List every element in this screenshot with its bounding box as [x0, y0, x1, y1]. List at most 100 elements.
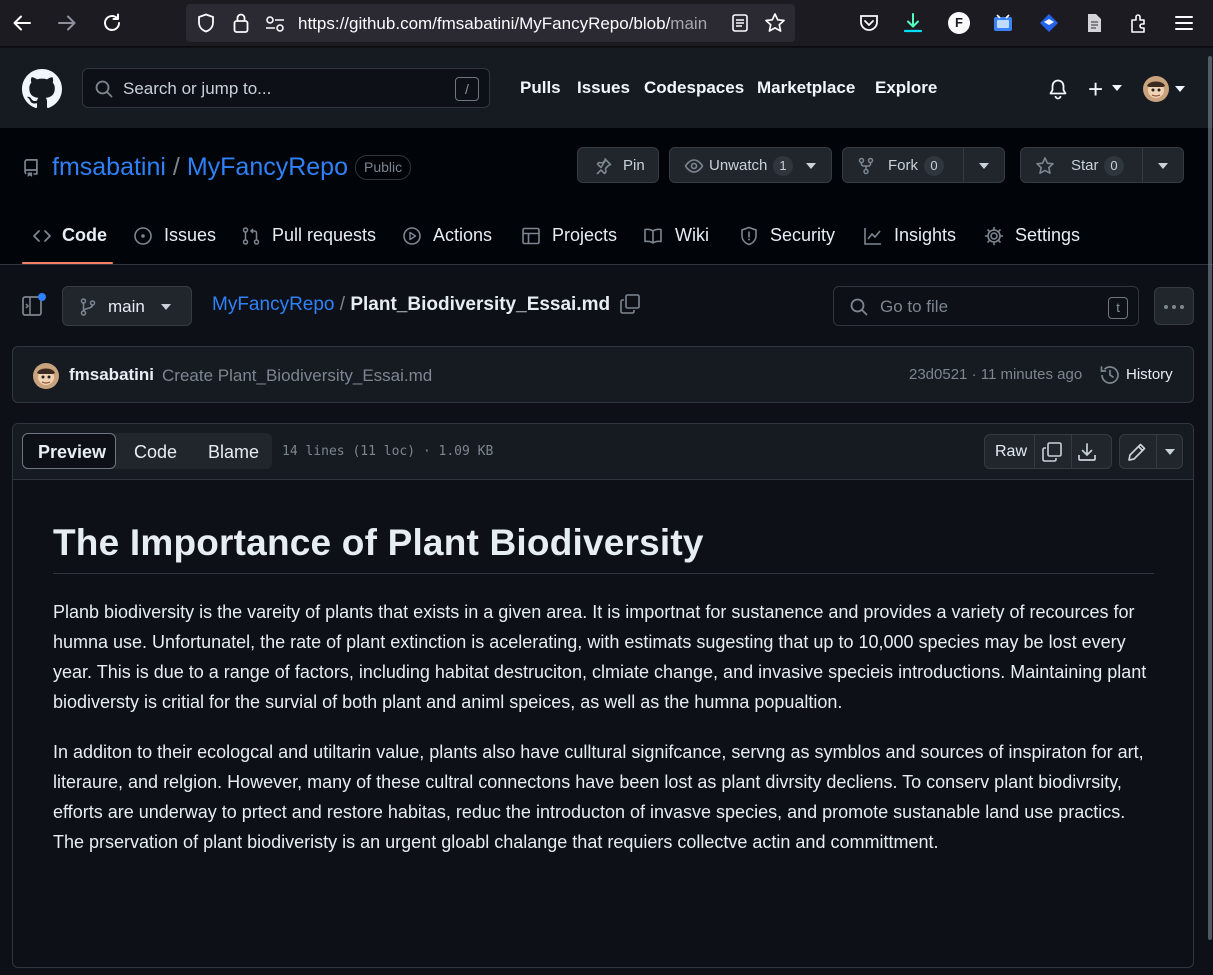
- extensions-puzzle-icon[interactable]: [1128, 12, 1150, 34]
- back-arrow-icon[interactable]: [11, 12, 33, 34]
- page-scrollbar[interactable]: [1208, 56, 1212, 940]
- permissions-icon[interactable]: [264, 14, 286, 34]
- github-header: Search or jump to... / Pulls Issues Code…: [0, 48, 1213, 128]
- forward-arrow-icon[interactable]: [56, 12, 78, 34]
- commit-message-link[interactable]: Create Plant_Biodiversity_Essai.md: [162, 366, 432, 386]
- paragraph-2: In additon to their ecologcal and utilta…: [53, 742, 1144, 852]
- branch-name: main: [108, 297, 145, 316]
- view-mode-toggle: Preview Code Blame: [22, 433, 272, 469]
- book-icon: [643, 226, 663, 246]
- repo-icon: [22, 158, 40, 178]
- reader-view-icon[interactable]: [731, 13, 749, 33]
- avatar[interactable]: [33, 363, 59, 389]
- star-count: 0: [1104, 156, 1124, 176]
- downloads-icon[interactable]: [902, 12, 924, 34]
- repo-name-link[interactable]: MyFancyRepo: [187, 153, 348, 181]
- caret-down-icon: [806, 163, 816, 169]
- breadcrumb-repo-link[interactable]: MyFancyRepo: [212, 294, 335, 315]
- pin-icon: [594, 157, 612, 175]
- repo-header: fmsabatini / MyFancyRepo Public Pin Unwa…: [0, 128, 1213, 265]
- search-shortcut-key: /: [455, 77, 479, 101]
- more-options-button[interactable]: [1154, 287, 1194, 325]
- table-icon: [521, 226, 541, 246]
- tab-label: Settings: [1015, 225, 1081, 245]
- search-placeholder: Search or jump to...: [123, 79, 272, 98]
- branch-selector[interactable]: main: [62, 286, 192, 326]
- menu-hamburger-icon[interactable]: [1173, 12, 1195, 34]
- breadcrumb-separator: /: [339, 294, 346, 315]
- github-logo-icon[interactable]: [22, 69, 62, 109]
- url-text: https://github.com/fmsabatini/MyFancyRep…: [298, 14, 708, 33]
- pin-button[interactable]: Pin: [577, 147, 659, 183]
- pencil-icon[interactable]: [1126, 441, 1148, 463]
- nav-codespaces[interactable]: Codespaces: [644, 78, 744, 98]
- plus-icon: +: [1088, 74, 1104, 104]
- markdown-body: The Importance of Plant Biodiversity Pla…: [53, 522, 1154, 857]
- history-link[interactable]: History: [1126, 366, 1173, 383]
- caret-down-icon: [161, 304, 171, 310]
- caret-down-icon[interactable]: [1165, 449, 1175, 455]
- profile-initial: F: [955, 15, 963, 30]
- commit-author-link[interactable]: fmsabatini: [69, 365, 154, 385]
- star-bookmark-icon[interactable]: [764, 12, 786, 34]
- unwatch-button[interactable]: Unwatch 1: [669, 147, 832, 183]
- star-button[interactable]: Star 0: [1020, 147, 1184, 183]
- file-actions-group: Raw: [984, 434, 1112, 469]
- shield-icon: [739, 226, 759, 246]
- code-view-button[interactable]: Code: [134, 442, 177, 463]
- avatar: [1143, 76, 1169, 102]
- go-to-file-placeholder: Go to file: [880, 297, 949, 316]
- extension-academic-icon[interactable]: [1038, 12, 1060, 34]
- caret-down-icon[interactable]: [979, 163, 989, 169]
- nav-explore[interactable]: Explore: [875, 78, 937, 98]
- repo-owner-link[interactable]: fmsabatini: [52, 153, 166, 181]
- code-icon: [32, 226, 52, 246]
- user-menu[interactable]: [1143, 76, 1185, 102]
- go-to-file-shortcut-key: t: [1108, 297, 1128, 319]
- extension-document-icon[interactable]: [1083, 12, 1105, 34]
- reload-icon[interactable]: [101, 12, 123, 34]
- fork-button[interactable]: Fork 0: [842, 147, 1005, 183]
- profile-avatar-icon[interactable]: F: [948, 12, 970, 34]
- breadcrumb: MyFancyRepo / Plant_Biodiversity_Essai.m…: [212, 294, 610, 316]
- preview-button[interactable]: Preview: [38, 442, 106, 463]
- pocket-icon[interactable]: [858, 12, 880, 34]
- blame-button[interactable]: Blame: [208, 442, 259, 463]
- global-search-input[interactable]: Search or jump to... /: [82, 68, 490, 108]
- lock-icon[interactable]: [231, 12, 251, 34]
- copy-icon[interactable]: [1041, 441, 1063, 463]
- tab-label: Pull requests: [272, 225, 377, 245]
- raw-button[interactable]: Raw: [995, 443, 1027, 461]
- tab-label: Issues: [164, 225, 217, 245]
- star-label: Star: [1071, 157, 1099, 174]
- git-branch-icon: [79, 297, 97, 317]
- paragraph-1: Planb biodiversity is the vareity of pla…: [53, 602, 1147, 712]
- download-icon[interactable]: [1076, 441, 1098, 463]
- visibility-badge: Public: [355, 155, 412, 180]
- extension-tab-icon[interactable]: [992, 12, 1014, 34]
- git-pull-request-icon: [241, 226, 261, 246]
- nav-issues[interactable]: Issues: [577, 78, 630, 98]
- shield-icon[interactable]: [196, 13, 216, 33]
- tab-label: Wiki: [675, 225, 709, 245]
- nav-marketplace[interactable]: Marketplace: [757, 78, 855, 98]
- caret-down-icon[interactable]: [1158, 163, 1168, 169]
- watch-count: 1: [773, 156, 793, 176]
- fork-count: 0: [924, 156, 944, 176]
- unwatch-label: Unwatch: [709, 157, 768, 174]
- issue-opened-icon: [133, 226, 153, 246]
- fork-label: Fork: [888, 157, 918, 174]
- create-new-dropdown[interactable]: +: [1088, 74, 1128, 104]
- bell-icon[interactable]: [1047, 78, 1069, 100]
- pin-label: Pin: [623, 157, 645, 174]
- caret-down-icon: [1175, 86, 1185, 92]
- address-bar[interactable]: https://github.com/fmsabatini/MyFancyRep…: [186, 4, 795, 42]
- file-viewer: Preview Code Blame 14 lines (11 loc) · 1…: [12, 423, 1194, 968]
- go-to-file-input[interactable]: Go to file t: [833, 286, 1139, 326]
- history-icon[interactable]: [1099, 364, 1121, 386]
- sidebar-toggle-icon[interactable]: [20, 292, 48, 320]
- nav-pulls[interactable]: Pulls: [520, 78, 561, 98]
- commit-meta[interactable]: 23d0521 · 11 minutes ago: [909, 366, 1082, 383]
- edit-actions-group: [1119, 434, 1183, 469]
- copy-path-icon[interactable]: [619, 293, 641, 315]
